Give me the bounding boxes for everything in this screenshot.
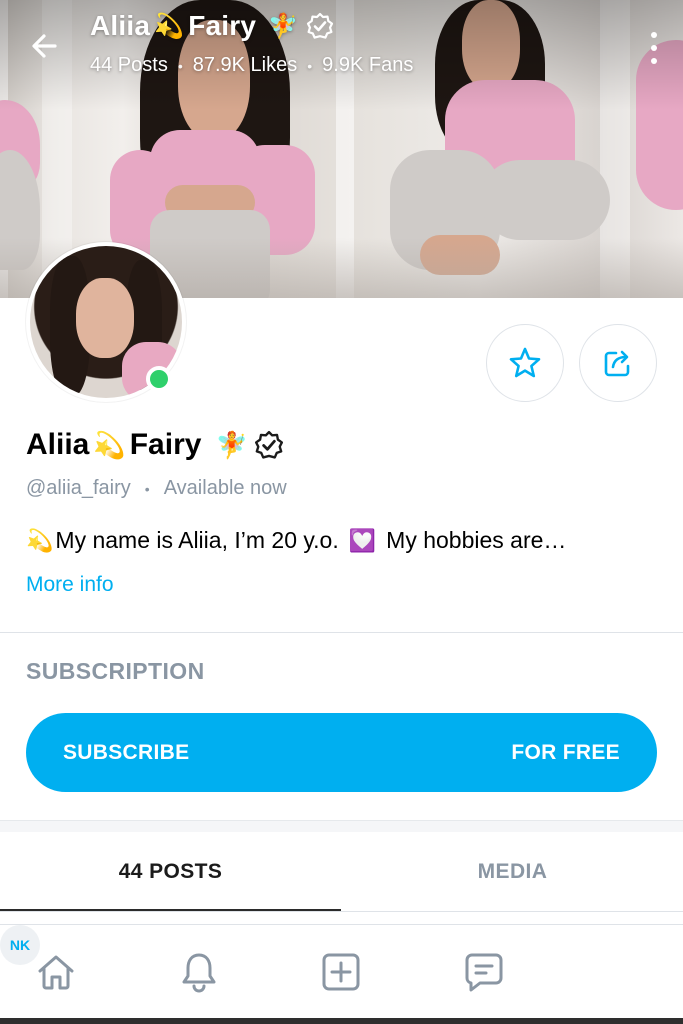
subscribe-label: SUBSCRIBE — [63, 740, 190, 764]
dizzy-emoji: 💫 — [93, 429, 126, 460]
back-button[interactable] — [22, 26, 66, 66]
add-post-icon — [322, 953, 360, 991]
star-icon — [509, 347, 541, 378]
share-button[interactable] — [579, 324, 657, 402]
tabs-divider — [0, 911, 683, 912]
dizzy-emoji: 💫 — [26, 527, 54, 553]
bio-text: 💫 My name is Aliia, I’m 20 y.o. 💟 My hob… — [26, 527, 566, 554]
online-status-indicator — [146, 366, 172, 392]
verified-icon — [307, 12, 334, 39]
section-separator — [0, 820, 683, 832]
more-info-link[interactable]: More info — [26, 573, 114, 597]
messages-icon — [465, 953, 503, 992]
subscribe-price: FOR FREE — [511, 740, 620, 764]
header-title: Aliia 💫 Fairy 🧚 — [90, 10, 334, 42]
header-name-first: Aliia — [90, 10, 151, 41]
bio-sentence-2: My hobbies are… — [386, 527, 567, 553]
separator-dot: • — [144, 480, 150, 497]
header-name-second: Fairy — [188, 10, 257, 41]
nav-messages-button[interactable] — [461, 949, 507, 995]
arrow-left-icon — [32, 34, 57, 58]
separator-dot: • — [177, 57, 183, 74]
heart-decoration-emoji: 💟 — [348, 527, 377, 553]
verified-icon — [254, 430, 283, 459]
home-icon — [38, 955, 74, 990]
nav-home-button[interactable] — [33, 949, 79, 995]
tab-posts[interactable]: 44 POSTS — [0, 832, 341, 912]
subscribe-button[interactable]: SUBSCRIBE FOR FREE — [26, 713, 657, 792]
nav-notifications-button[interactable] — [176, 949, 222, 995]
fairy-emoji: 🧚 — [268, 12, 299, 40]
header-stats: 44 Posts • 87.9K Likes • 9.9K Fans — [90, 54, 413, 77]
section-divider — [0, 632, 683, 633]
share-icon — [604, 350, 630, 377]
fans-count: 9.9K Fans — [322, 54, 414, 76]
more-options-button[interactable] — [647, 28, 661, 68]
bell-icon — [182, 953, 216, 993]
fairy-emoji: 🧚 — [215, 429, 248, 460]
handle-row: @aliia_fairy • Available now — [26, 477, 287, 500]
availability-status: Available now — [163, 477, 287, 499]
favorite-button[interactable] — [486, 324, 564, 402]
profile-name-first: Aliia — [26, 428, 90, 461]
separator-dot: • — [307, 57, 313, 74]
likes-count: 87.9K Likes — [192, 54, 298, 76]
bottom-navigation: NK — [0, 924, 683, 1018]
profile-name: Aliia 💫 Fairy 🧚 — [26, 428, 284, 462]
top-bar: Aliia 💫 Fairy 🧚 44 Posts • 87.9K Likes •… — [0, 0, 683, 90]
system-navigation-bar — [0, 1018, 683, 1024]
profile-name-second: Fairy — [129, 428, 202, 461]
username-handle: @aliia_fairy — [26, 477, 131, 499]
tab-media[interactable]: MEDIA — [342, 832, 683, 912]
subscription-heading: SUBSCRIPTION — [26, 658, 205, 684]
posts-count: 44 Posts — [90, 54, 168, 76]
more-vertical-icon — [651, 32, 657, 38]
dizzy-emoji: 💫 — [154, 12, 185, 40]
nav-add-post-button[interactable] — [318, 949, 364, 995]
bio-sentence-1: My name is Aliia, I’m 20 y.o. — [55, 527, 339, 553]
